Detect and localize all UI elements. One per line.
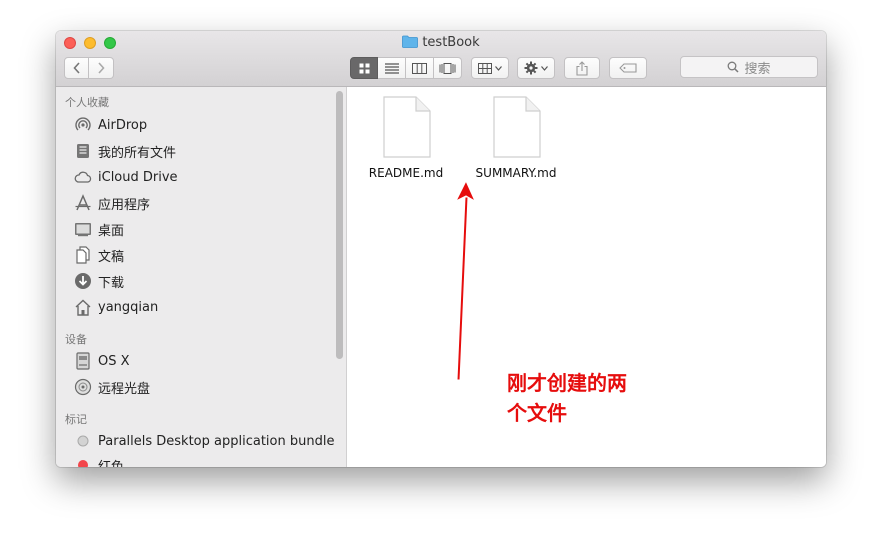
annotation-text: 刚才创建的两 个文件 (507, 368, 667, 428)
annotation-arrow (454, 179, 477, 381)
annotation-line: 刚才创建的两 (507, 371, 627, 395)
annotation-line: 个文件 (507, 401, 567, 425)
